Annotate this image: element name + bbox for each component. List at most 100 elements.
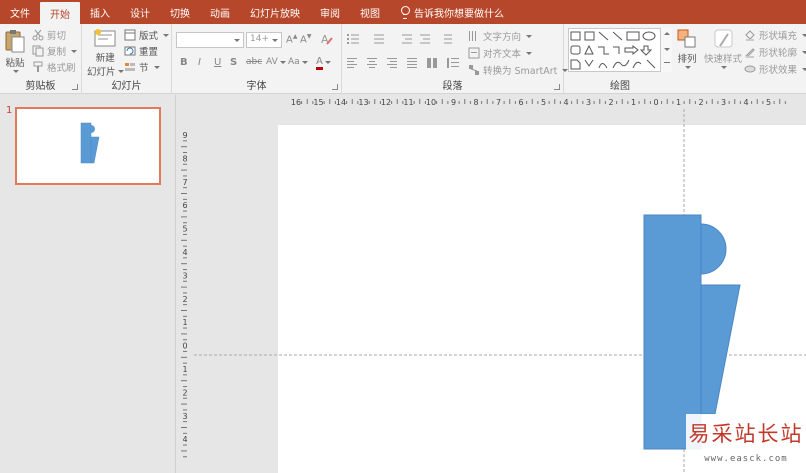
watermark-url: www.easck.com bbox=[704, 454, 788, 464]
strikethrough-button[interactable]: abc bbox=[246, 57, 262, 67]
shape-effects-icon bbox=[744, 65, 756, 73]
change-case-button[interactable]: Aa bbox=[288, 57, 308, 67]
convert-smartart-label: 转换为 SmartArt bbox=[483, 66, 558, 77]
copy-dropdown-icon bbox=[71, 49, 78, 53]
trapezoid-shape[interactable] bbox=[700, 284, 741, 415]
tab-design[interactable]: 设计 bbox=[120, 0, 160, 24]
ruler-label: 15 bbox=[313, 98, 323, 107]
ruler-label: 8 bbox=[473, 98, 478, 107]
reset-label: 重置 bbox=[139, 47, 159, 58]
tab-transitions[interactable]: 切换 bbox=[160, 0, 200, 24]
paragraph-launcher-icon[interactable] bbox=[554, 84, 560, 90]
ruler-label: 11 bbox=[403, 98, 413, 107]
slides-group-label: 幻灯片 bbox=[111, 81, 142, 92]
convert-smartart-button[interactable]: 转换为 SmartArt bbox=[468, 63, 569, 77]
reset-icon bbox=[124, 46, 136, 56]
tab-slideshow[interactable]: 幻灯片放映 bbox=[240, 0, 310, 24]
section-button[interactable]: 节 bbox=[124, 60, 160, 74]
char-spacing-button[interactable]: AV bbox=[266, 57, 286, 67]
layout-label: 版式 bbox=[139, 31, 159, 42]
clipboard-launcher-icon[interactable] bbox=[72, 84, 78, 90]
align-text-button[interactable]: 对齐文本 bbox=[468, 46, 533, 60]
font-color-button[interactable]: A bbox=[316, 56, 331, 70]
quick-styles-button[interactable]: 快速样式 bbox=[704, 28, 742, 69]
tab-file[interactable]: 文件 bbox=[0, 0, 40, 24]
group-slides: 新建 幻灯片 版式 重置 节 幻灯片 bbox=[82, 24, 172, 94]
cut-button[interactable]: 剪切 bbox=[32, 28, 66, 42]
tab-animations[interactable]: 动画 bbox=[200, 0, 240, 24]
tab-insert[interactable]: 插入 bbox=[80, 0, 120, 24]
watermark-title: 易采站长站 bbox=[688, 422, 804, 446]
font-name-combo[interactable] bbox=[176, 32, 244, 48]
gallery-more-icon bbox=[664, 62, 670, 63]
new-slide-button[interactable]: 新建 幻灯片 bbox=[87, 28, 124, 78]
ruler-label: 7 bbox=[182, 178, 187, 187]
shape-fill-dropdown-icon bbox=[802, 33, 806, 37]
ruler-label: 1 bbox=[182, 365, 187, 374]
clear-format-button[interactable]: A bbox=[320, 32, 334, 49]
list-buttons-icon[interactable] bbox=[346, 32, 464, 46]
align-text-dropdown-icon bbox=[526, 51, 533, 55]
paint-bucket-icon bbox=[745, 30, 755, 41]
powerpoint-window: 文件 开始 插入 设计 切换 动画 幻灯片放映 审阅 视图 告诉我你想要做什么 … bbox=[0, 0, 806, 473]
change-case-label: Aa bbox=[288, 57, 300, 67]
paste-button[interactable]: 粘贴 bbox=[4, 28, 26, 73]
tell-me-text: 告诉我你想要做什么 bbox=[414, 8, 504, 20]
layout-button[interactable]: 版式 bbox=[124, 28, 170, 42]
grow-font-button[interactable]: A▲ bbox=[286, 33, 297, 45]
ruler-label: 1 bbox=[631, 98, 636, 107]
font-launcher-icon[interactable] bbox=[332, 84, 338, 90]
tab-review[interactable]: 审阅 bbox=[310, 0, 350, 24]
vertical-ruler-ticks: 9 8 7 6 5 4 3 2 1 0 1 2 3 4 bbox=[181, 131, 188, 458]
copy-label: 复制 bbox=[47, 47, 67, 58]
half-circle-shape[interactable] bbox=[700, 223, 727, 275]
layout-icon bbox=[124, 29, 136, 41]
tab-view[interactable]: 视图 bbox=[350, 0, 390, 24]
bold-button[interactable]: B bbox=[180, 57, 188, 68]
format-painter-button[interactable]: 格式刷 bbox=[32, 60, 76, 74]
char-spacing-label: AV bbox=[266, 57, 278, 67]
slide-number: 1 bbox=[6, 105, 13, 116]
shapes-gallery-scroll[interactable] bbox=[660, 28, 672, 72]
ruler-label: 5 bbox=[182, 225, 187, 234]
arrange-button[interactable]: 排列 bbox=[676, 28, 698, 69]
section-label: 节 bbox=[139, 63, 149, 74]
shape-fill-button[interactable]: 形状填充 bbox=[744, 28, 806, 42]
slide-thumbnail[interactable] bbox=[15, 107, 161, 185]
tab-home[interactable]: 开始 bbox=[40, 2, 80, 24]
shape-outline-button[interactable]: 形状轮廓 bbox=[744, 45, 806, 59]
ruler-label: 3 bbox=[586, 98, 591, 107]
italic-button[interactable]: I bbox=[198, 57, 201, 68]
align-text-label: 对齐文本 bbox=[483, 49, 522, 60]
copy-button[interactable]: 复制 bbox=[32, 44, 78, 58]
gallery-down-icon bbox=[664, 48, 670, 51]
ruler-label: 4 bbox=[182, 435, 187, 444]
ruler-label: 5 bbox=[541, 98, 546, 107]
cut-label: 剪切 bbox=[47, 31, 67, 42]
shapes-gallery[interactable] bbox=[568, 28, 672, 72]
layout-dropdown-icon bbox=[163, 33, 170, 37]
ruler-label: 0 bbox=[653, 98, 658, 107]
ruler-label: 6 bbox=[518, 98, 523, 107]
arrange-dropdown-icon bbox=[685, 66, 691, 69]
group-paragraph: 文字方向 对齐文本 转换为 SmartArt 段落 bbox=[342, 24, 569, 94]
slide-thumbnail-pane: 1 bbox=[0, 95, 176, 473]
underline-button[interactable]: U bbox=[214, 57, 221, 68]
reset-button[interactable]: 重置 bbox=[124, 44, 158, 58]
shape-effects-label: 形状效果 bbox=[759, 65, 798, 76]
ruler-label: 8 bbox=[182, 154, 187, 163]
watermark: 易采站长站 www.easck.com bbox=[686, 414, 806, 473]
tell-me-box[interactable]: 告诉我你想要做什么 bbox=[390, 0, 504, 24]
font-color-label: A bbox=[316, 56, 323, 70]
gallery-up-icon bbox=[664, 32, 670, 35]
ruler-label: 6 bbox=[182, 201, 187, 210]
new-slide-label-1: 新建 bbox=[95, 53, 115, 64]
shadow-button[interactable]: S bbox=[230, 57, 237, 68]
ruler-label: 4 bbox=[182, 248, 187, 257]
clear-format-icon: A bbox=[321, 33, 333, 46]
text-direction-button[interactable]: 文字方向 bbox=[468, 29, 533, 43]
shrink-font-button[interactable]: A▼ bbox=[300, 33, 311, 45]
shape-effects-button[interactable]: 形状效果 bbox=[744, 62, 806, 76]
alignment-buttons-icon[interactable] bbox=[346, 56, 464, 70]
font-size-combo[interactable]: 14+ bbox=[246, 32, 282, 48]
